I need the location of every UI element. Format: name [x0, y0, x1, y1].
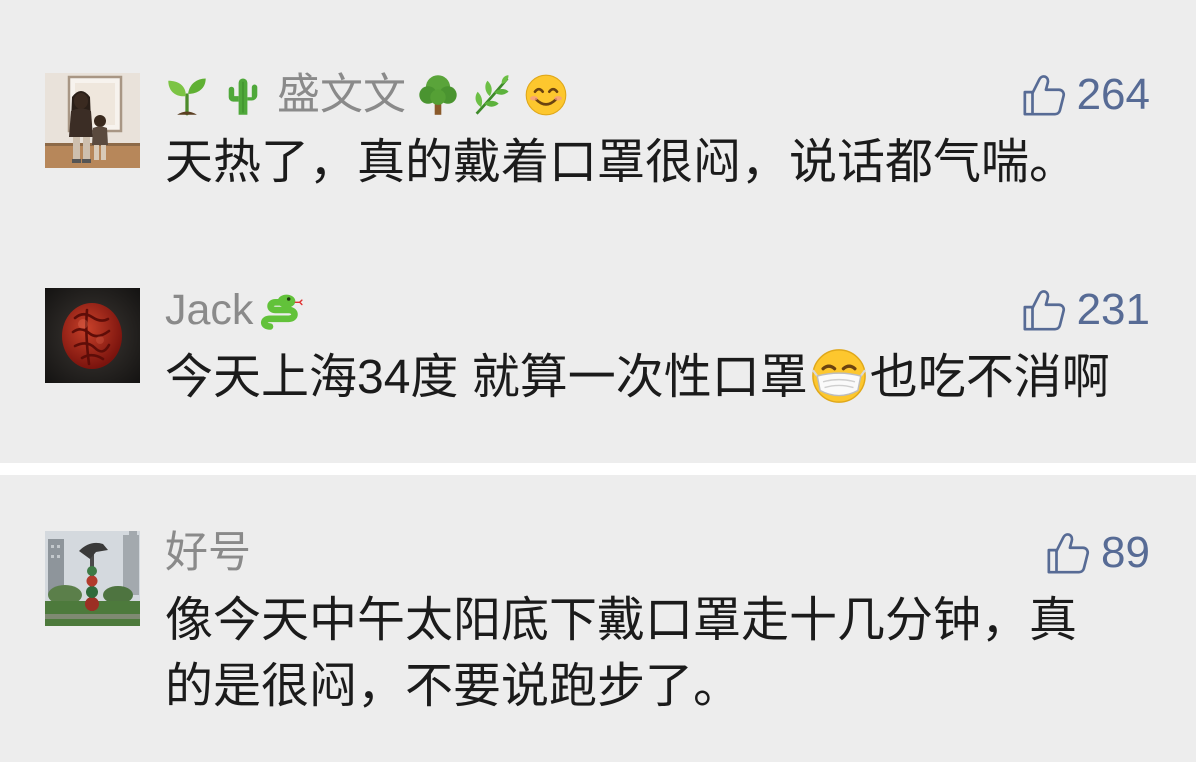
like-count: 264: [1076, 70, 1150, 119]
name-row: 盛文文: [165, 69, 568, 121]
avatar[interactable]: [45, 531, 140, 626]
comment-text-part: 也吃不消啊: [869, 351, 1110, 404]
thumbs-up-icon: [1047, 533, 1090, 574]
comment-text-line: 像今天中午太阳底下戴口罩走十几分钟，真: [165, 594, 1078, 647]
comments-page: 盛文文 264 天热了，真的戴着口罩很闷，说话都气喘。 Jack 231 今天上…: [0, 0, 1196, 762]
comment-text: 天热了，真的戴着口罩很闷，说话都气喘。: [165, 136, 1078, 189]
like-count: 89: [1101, 528, 1150, 577]
deciduous-tree-icon: [419, 75, 457, 115]
snake-icon: [261, 294, 304, 330]
name-row: Jack: [165, 284, 304, 336]
commenter-name: Jack: [165, 286, 254, 334]
comment-text-line: 的是很闷，不要说跑步了。: [165, 660, 742, 713]
face-with-medical-mask-icon: [811, 349, 866, 403]
comment-text-part: 今天上海34度 就算一次性口罩: [165, 351, 808, 404]
commenter-name: 盛文文: [277, 71, 406, 119]
avatar-photo-person-icon: [45, 73, 140, 168]
like-count: 231: [1076, 285, 1150, 334]
like-button[interactable]: 231: [1021, 284, 1150, 336]
name-row: 好号: [165, 527, 251, 579]
thumbs-up-icon: [1023, 75, 1065, 116]
avatar[interactable]: [45, 288, 140, 383]
avatar-red-seal-icon: [45, 288, 140, 383]
thumbs-up-icon: [1023, 290, 1065, 331]
avatar-sculpture-photo-icon: [45, 531, 140, 626]
commenter-name: 好号: [165, 529, 251, 577]
smiling-face-icon: [525, 74, 567, 116]
seedling-icon: [168, 78, 206, 116]
like-button[interactable]: 264: [1021, 69, 1150, 121]
avatar[interactable]: [45, 73, 140, 168]
comment-item[interactable]: Jack 231 今天上海34度 就算一次性口罩 也吃不消啊: [0, 276, 1196, 476]
comment-item[interactable]: 好号 89 像今天中午太阳底下戴口罩走十几分钟，真 的是很闷，不要说跑步了。: [0, 519, 1196, 719]
herb-icon: [475, 75, 509, 115]
cactus-icon: [228, 78, 258, 115]
comment-item[interactable]: 盛文文 264 天热了，真的戴着口罩很闷，说话都气喘。: [0, 61, 1196, 261]
like-button[interactable]: 89: [1045, 527, 1150, 579]
comment-text: 今天上海34度 就算一次性口罩 也吃不消啊: [165, 345, 1110, 411]
comment-text: 像今天中午太阳底下戴口罩走十几分钟，真 的是很闷，不要说跑步了。: [165, 588, 1077, 720]
section-divider: [0, 463, 1196, 475]
